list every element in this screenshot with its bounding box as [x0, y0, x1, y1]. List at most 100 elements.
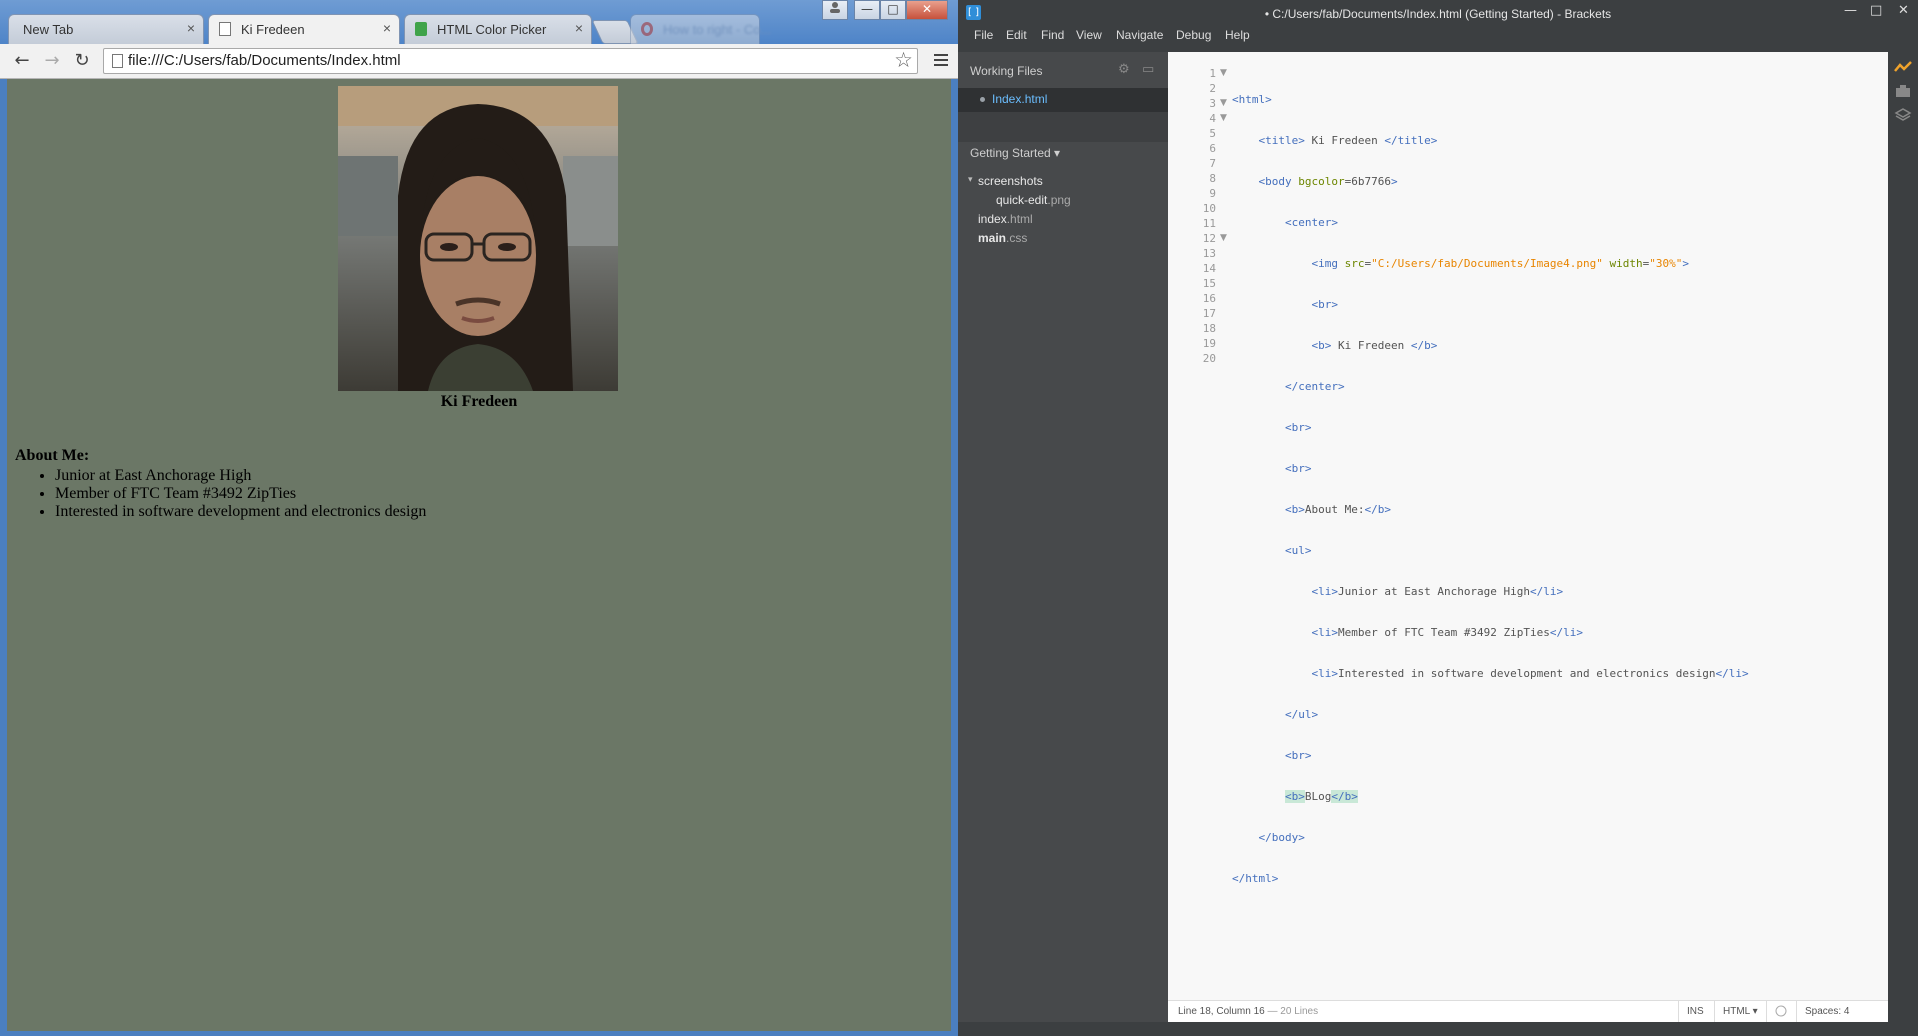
insert-mode-indicator[interactable]: INS: [1678, 1001, 1712, 1023]
maximize-button[interactable]: □: [880, 0, 906, 20]
tree-file-quick-edit[interactable]: quick-edit.png: [996, 193, 1071, 207]
menu-find[interactable]: Find: [1041, 28, 1064, 42]
code-line: <html>: [1232, 93, 1272, 106]
tab-close-icon[interactable]: ×: [575, 20, 583, 36]
tab-close-icon[interactable]: ×: [187, 20, 195, 36]
code-line: <body bgcolor=6b7766>: [1258, 175, 1398, 188]
chrome-menu-icon[interactable]: [934, 54, 948, 68]
language-dropdown[interactable]: HTML ▾: [1714, 1001, 1766, 1023]
code-line: <ul>: [1284, 544, 1312, 557]
editor-status-bar: Line 18, Column 16 — 20 Lines INS HTML ▾…: [1168, 1000, 1888, 1023]
line-number: 16: [1202, 292, 1216, 305]
tab-new-tab[interactable]: New Tab ×: [8, 14, 204, 44]
line-number: 8: [1209, 172, 1216, 185]
line-number: 13: [1202, 247, 1216, 260]
editor-menu-bar: File Edit Find View Navigate Debug Help: [958, 28, 1918, 52]
editor-right-toolbar: [1888, 52, 1918, 1022]
code-line: <b>About Me:</b>: [1284, 503, 1391, 516]
list-item: Interested in software development and e…: [55, 503, 426, 521]
tree-file-main-css[interactable]: main.css: [978, 231, 1027, 245]
linter-status-icon[interactable]: [1766, 1001, 1796, 1023]
tree-folder-screenshots[interactable]: screenshots: [978, 174, 1043, 188]
menu-navigate[interactable]: Navigate: [1116, 28, 1163, 42]
list-item: Member of FTC Team #3492 ZipTies: [55, 485, 426, 503]
page-icon: [112, 54, 123, 68]
menu-view[interactable]: View: [1076, 28, 1102, 42]
profile-name: Ki Fredeen: [440, 393, 518, 410]
line-number: 18: [1202, 322, 1216, 335]
profile-icon[interactable]: [822, 0, 848, 20]
file-ext: .css: [1006, 231, 1028, 245]
fold-arrow-icon[interactable]: ▼: [1220, 96, 1227, 111]
working-file-name: Index.html: [992, 92, 1048, 106]
address-bar[interactable]: file:///C:/Users/fab/Documents/Index.htm…: [103, 48, 918, 74]
minimize-button[interactable]: —: [854, 0, 880, 20]
maximize-button[interactable]: □: [1870, 3, 1882, 18]
bookmark-star-icon[interactable]: ☆: [894, 48, 913, 72]
code-line: <center>: [1284, 216, 1338, 229]
line-number: 7: [1209, 157, 1216, 170]
menu-edit[interactable]: Edit: [1006, 28, 1027, 42]
about-list: Junior at East Anchorage High Member of …: [15, 467, 426, 521]
code-content[interactable]: <html> <title> Ki Fredeen </title> <body…: [1232, 66, 1749, 912]
extension-manager-icon[interactable]: [1894, 84, 1912, 98]
tab-ghost[interactable]: How to right - Co...: [630, 14, 771, 44]
list-item: Junior at East Anchorage High: [55, 467, 426, 485]
working-files-heading: Working Files: [970, 64, 1043, 78]
line-number: 6: [1209, 142, 1216, 155]
editor-title: • C:/Users/fab/Documents/Index.html (Get…: [1264, 7, 1612, 21]
tree-file-index[interactable]: index.html: [978, 212, 1033, 226]
line-number: 20: [1202, 352, 1216, 365]
forward-button[interactable]: →: [40, 50, 64, 72]
line-number: 10: [1202, 202, 1216, 215]
menu-help[interactable]: Help: [1225, 28, 1250, 42]
menu-debug[interactable]: Debug: [1176, 28, 1211, 42]
live-preview-icon[interactable]: [1894, 60, 1912, 74]
minimize-button[interactable]: —: [1844, 3, 1857, 18]
folder-expanded-icon[interactable]: ▾: [968, 175, 973, 185]
close-button[interactable]: ✕: [906, 0, 948, 20]
gear-icon[interactable]: ⚙: [1118, 62, 1130, 77]
tab-label: HTML Color Picker: [437, 22, 547, 37]
tab-label: How to right - Co...: [663, 22, 772, 37]
file-ext: .html: [1006, 212, 1033, 226]
browser-window: New Tab × Ki Fredeen × HTML Color Picker…: [0, 0, 958, 1036]
page-favicon-icon: [219, 22, 231, 36]
tab-label: Ki Fredeen: [241, 22, 305, 37]
extension-stack-icon[interactable]: [1894, 108, 1912, 122]
reload-button[interactable]: ↻: [70, 50, 94, 72]
code-line: </center>: [1284, 380, 1345, 393]
code-line: <title> Ki Fredeen </title>: [1258, 134, 1438, 147]
line-number: 17: [1202, 307, 1216, 320]
file-name: main: [978, 231, 1007, 245]
line-number: 4: [1209, 112, 1216, 125]
close-button[interactable]: ✕: [1898, 3, 1909, 18]
menu-file[interactable]: File: [974, 28, 993, 42]
cursor-position: Line 18, Column 16 — 20 Lines: [1178, 1006, 1319, 1017]
tab-html-color-picker[interactable]: HTML Color Picker ×: [404, 14, 592, 44]
browser-tab-bar: New Tab × Ki Fredeen × HTML Color Picker…: [0, 0, 958, 45]
code-editor[interactable]: 1 2 3 4 5 6 7 8 9 10 11 12 13 14 15 16 1…: [1168, 52, 1888, 1000]
fold-arrow-icon[interactable]: ▼: [1220, 231, 1227, 246]
line-number: 5: [1209, 127, 1216, 140]
code-line: <br>: [1311, 298, 1338, 311]
line-number: 15: [1202, 277, 1216, 290]
line-number: 9: [1209, 187, 1216, 200]
file-name: index: [978, 212, 1007, 226]
google-favicon-icon: [641, 22, 653, 36]
indent-spaces[interactable]: Spaces: 4: [1796, 1001, 1888, 1023]
fold-arrow-icon[interactable]: ▼: [1220, 111, 1227, 126]
editor-title-bar: [ ] • C:/Users/fab/Documents/Index.html …: [958, 0, 1918, 28]
project-dropdown[interactable]: Getting Started ▾: [970, 146, 1060, 160]
fold-gutter: ▼ ▼ ▼ ▼: [1220, 66, 1227, 246]
tab-ki-fredeen[interactable]: Ki Fredeen ×: [208, 14, 400, 45]
code-line: </html>: [1232, 872, 1279, 885]
back-button[interactable]: ←: [10, 50, 34, 72]
line-number: 19: [1202, 337, 1216, 350]
fold-arrow-icon[interactable]: ▼: [1220, 66, 1227, 81]
editor-window: [ ] • C:/Users/fab/Documents/Index.html …: [958, 0, 1918, 1036]
working-file-item[interactable]: Index.html: [958, 88, 1168, 112]
split-view-icon[interactable]: ▭: [1142, 62, 1154, 77]
sidebar-separator: [958, 112, 1168, 142]
tab-close-icon[interactable]: ×: [383, 20, 391, 36]
